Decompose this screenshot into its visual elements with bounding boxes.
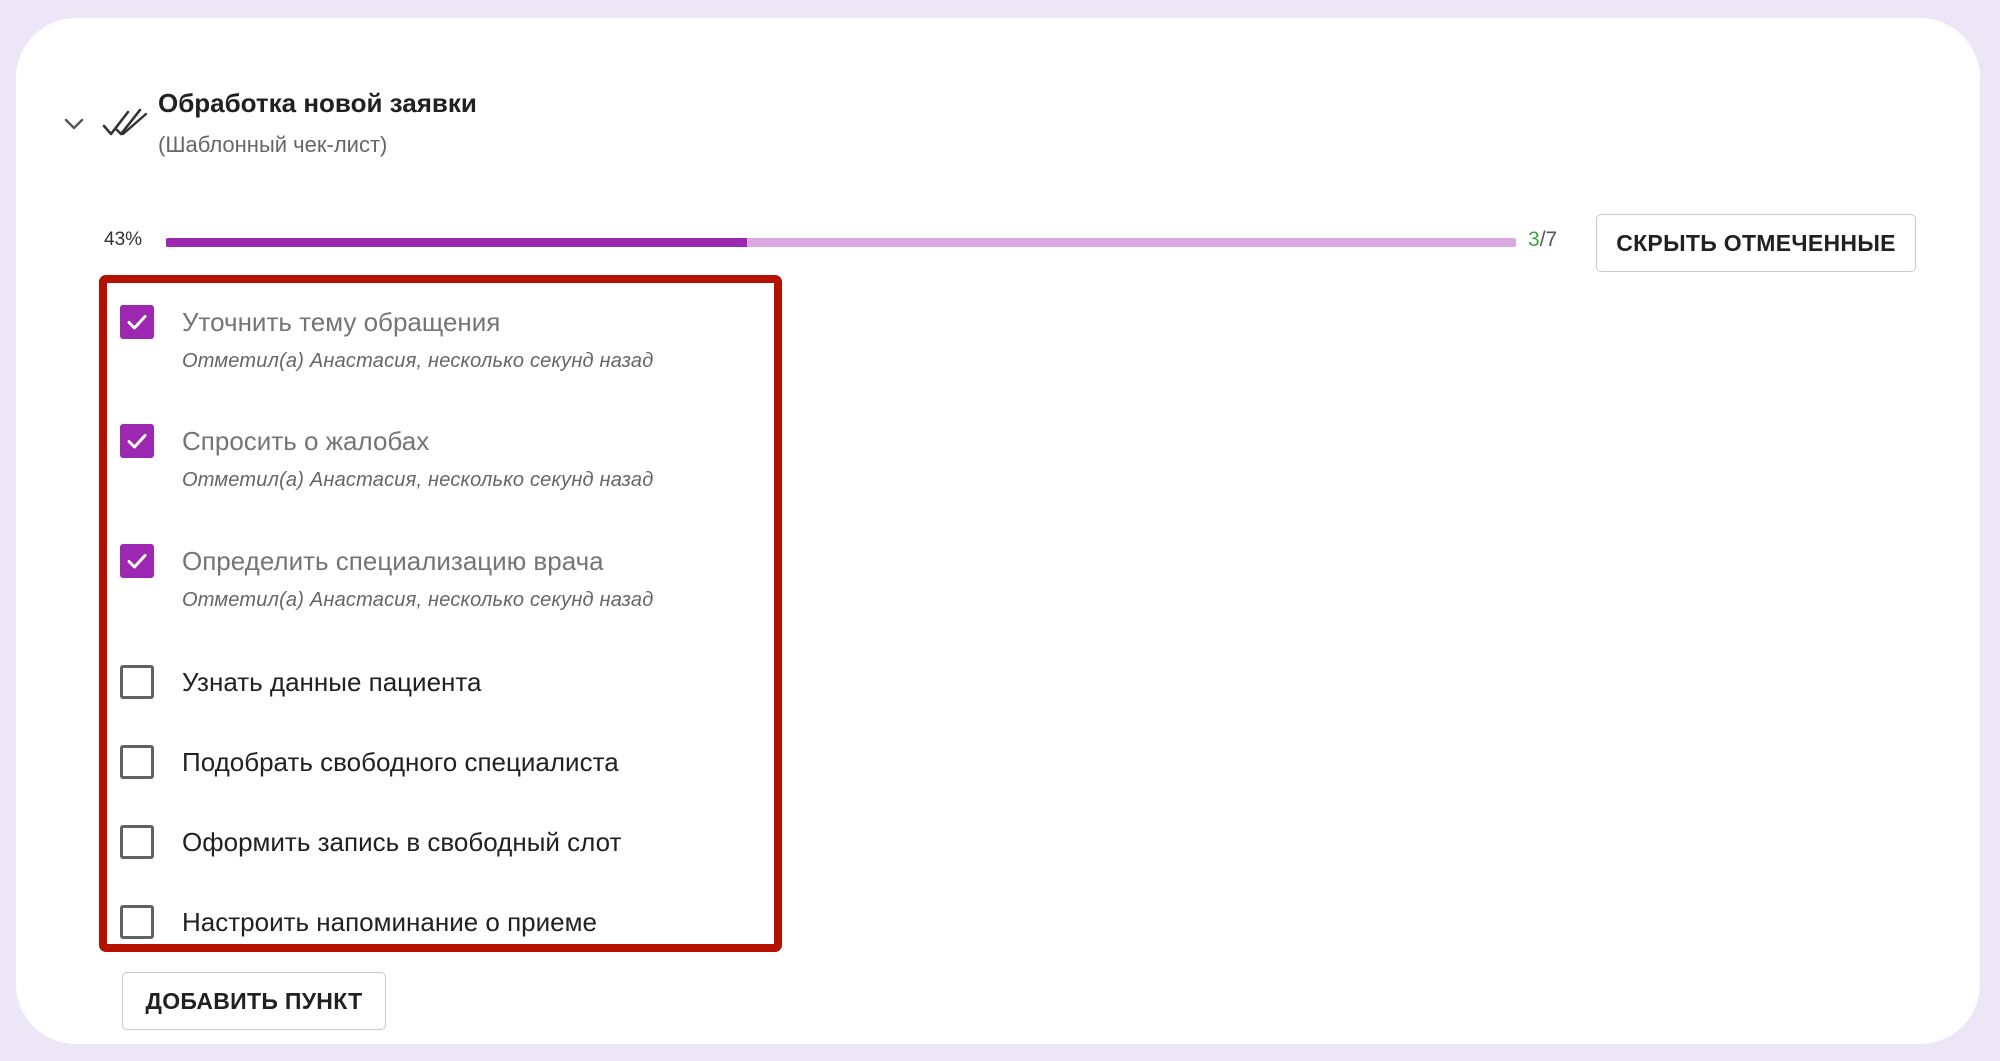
checklist-item[interactable]: Подобрать свободного специалиста — [120, 745, 619, 779]
checklist-item[interactable]: Настроить напоминание о приеме — [120, 905, 597, 939]
progress-count: 3/7 — [1528, 228, 1557, 252]
checklist-item-text: Настроить напоминание о приеме — [182, 905, 597, 939]
hide-checked-button[interactable]: СКРЫТЬ ОТМЕЧЕННЫЕ — [1596, 214, 1916, 272]
checkbox-unchecked[interactable] — [120, 825, 154, 859]
checklist-item-note: Отметил(а) Анастасия, несколько секунд н… — [182, 589, 654, 611]
checklist-item-text: Спросить о жалобах Отметил(а) Анастасия, … — [182, 424, 654, 492]
checkbox-unchecked[interactable] — [120, 745, 154, 779]
add-item-button[interactable]: ДОБАВИТЬ ПУНКТ — [122, 972, 386, 1030]
checklist-item[interactable]: Оформить запись в свободный слот — [120, 825, 621, 859]
progress-bar-fill — [166, 238, 747, 247]
checklist-item-label: Подобрать свободного специалиста — [182, 747, 619, 777]
checklist-item[interactable]: Узнать данные пациента — [120, 665, 481, 699]
checklist-item[interactable]: Спросить о жалобах Отметил(а) Анастасия, … — [120, 424, 654, 492]
checkbox-checked[interactable] — [120, 424, 154, 458]
checklist-item-label: Спросить о жалобах — [182, 426, 430, 456]
checklist-item-label: Оформить запись в свободный слот — [182, 827, 622, 857]
progress-percent: 43% — [104, 229, 143, 250]
progress-total-count: 7 — [1545, 228, 1558, 251]
checklist-item-text: Узнать данные пациента — [182, 665, 481, 699]
checklist-item-label: Узнать данные пациента — [182, 667, 482, 697]
checklist-item-label: Определить специализацию врача — [182, 546, 604, 576]
chevron-down-icon[interactable] — [60, 110, 88, 138]
checklist-item-text: Оформить запись в свободный слот — [182, 825, 621, 859]
progress-bar — [166, 238, 1516, 247]
checklist-item-text: Подобрать свободного специалиста — [182, 745, 619, 779]
progress-done-count: 3 — [1528, 228, 1540, 251]
checkbox-checked[interactable] — [120, 305, 154, 339]
checklist-item-text: Определить специализацию врача Отметил(а)… — [182, 544, 654, 612]
checklist-card: Обработка новой заявки (Шаблонный чек-ли… — [16, 18, 1980, 1044]
checklist-item-note: Отметил(а) Анастасия, несколько секунд н… — [182, 350, 654, 372]
checkmark-icon — [127, 434, 147, 449]
checkbox-unchecked[interactable] — [120, 665, 154, 699]
checklist-title: Обработка новой заявки — [158, 88, 477, 118]
checkbox-checked[interactable] — [120, 544, 154, 578]
checkmark-icon — [127, 315, 147, 330]
checklist-item-label: Настроить напоминание о приеме — [182, 907, 597, 937]
checkbox-unchecked[interactable] — [120, 905, 154, 939]
checklist-subtitle: (Шаблонный чек-лист) — [158, 132, 388, 157]
checklist-item-note: Отметил(а) Анастасия, несколько секунд н… — [182, 469, 654, 491]
double-check-icon — [102, 108, 148, 140]
checklist-item-label: Уточнить тему обращения — [182, 307, 501, 337]
checklist-item-text: Уточнить тему обращения Отметил(а) Анаста… — [182, 305, 654, 373]
checklist-item[interactable]: Уточнить тему обращения Отметил(а) Анаста… — [120, 305, 654, 373]
checklist-item[interactable]: Определить специализацию врача Отметил(а)… — [120, 544, 654, 612]
checkmark-icon — [127, 554, 147, 569]
